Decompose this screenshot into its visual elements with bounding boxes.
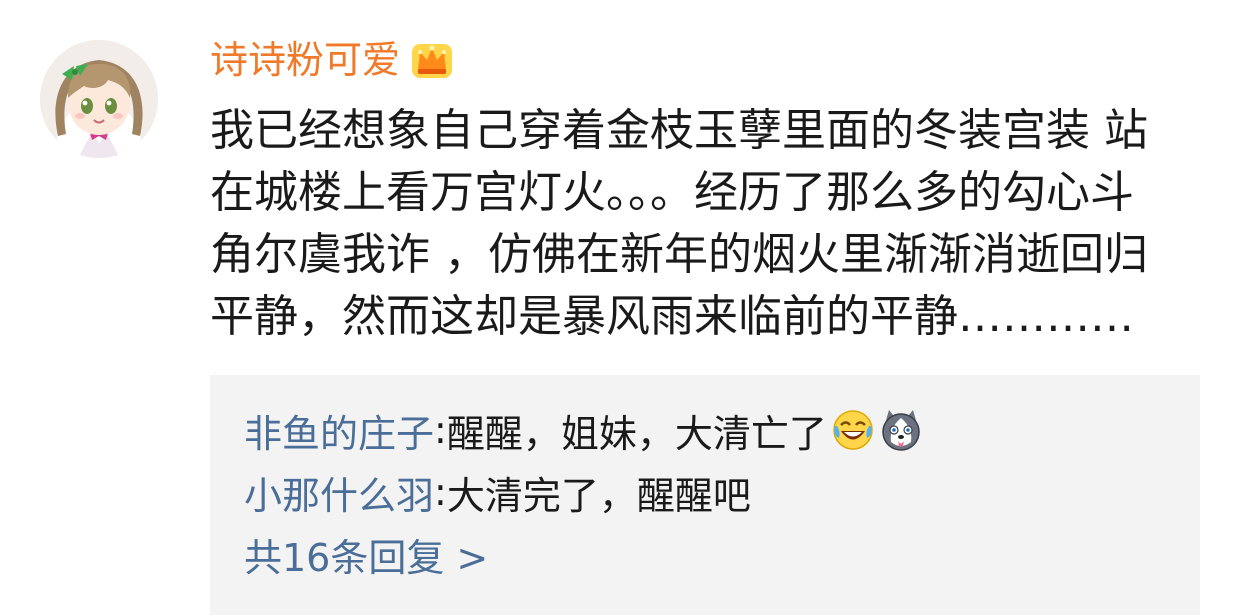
comment-text: 我已经想象自己穿着金枝玉孽里面的冬装宫装 站 在城楼上看万宫灯火。。。经历了那么… [210, 100, 1210, 348]
user-avatar[interactable] [40, 40, 158, 158]
comment-line: 在城楼上看万宫灯火。。。经历了那么多的勾心斗 [210, 167, 1134, 218]
replies-box: 非鱼的庄子 : 醒醒，姐妹，大清亡了 小那什么羽: 大清完了，醒醒吧 共16条… [210, 375, 1200, 615]
reply-colon: : [434, 408, 447, 452]
reply-author[interactable]: 非鱼的庄子 [244, 403, 434, 458]
reply-item[interactable]: 小那什么羽 : 大清完了，醒醒吧 [244, 461, 1200, 523]
comment-username[interactable]: 诗诗粉可爱 [210, 34, 400, 86]
comment-line: 我已经想象自己穿着金枝玉孽里面的冬装宫装 站 [210, 105, 1148, 156]
reply-colon: : [434, 470, 447, 514]
comment-line: 平静，然而这却是暴风雨来临前的平静………… [210, 291, 1134, 342]
reply-author[interactable]: 小那什么羽 [244, 465, 434, 520]
anime-girl-avatar-icon [40, 40, 158, 158]
reply-item[interactable]: 非鱼的庄子 : 醒醒，姐妹，大清亡了 [244, 399, 1200, 461]
reply-text: 醒醒，姐妹，大清亡了 [446, 411, 827, 456]
reply-text: 大清完了，醒醒吧 [446, 473, 751, 518]
crown-badge-icon [410, 40, 454, 80]
comment-header: 诗诗粉可爱 [210, 34, 454, 86]
laughing-tears-emoji-icon [831, 408, 875, 452]
comment-line: 角尔虞我诈 ，仿佛在新年的烟火里渐渐消逝回归 [210, 229, 1148, 280]
husky-dog-emoji-icon [879, 408, 923, 452]
view-all-replies-link[interactable]: 共16条回复 > [244, 523, 1200, 585]
